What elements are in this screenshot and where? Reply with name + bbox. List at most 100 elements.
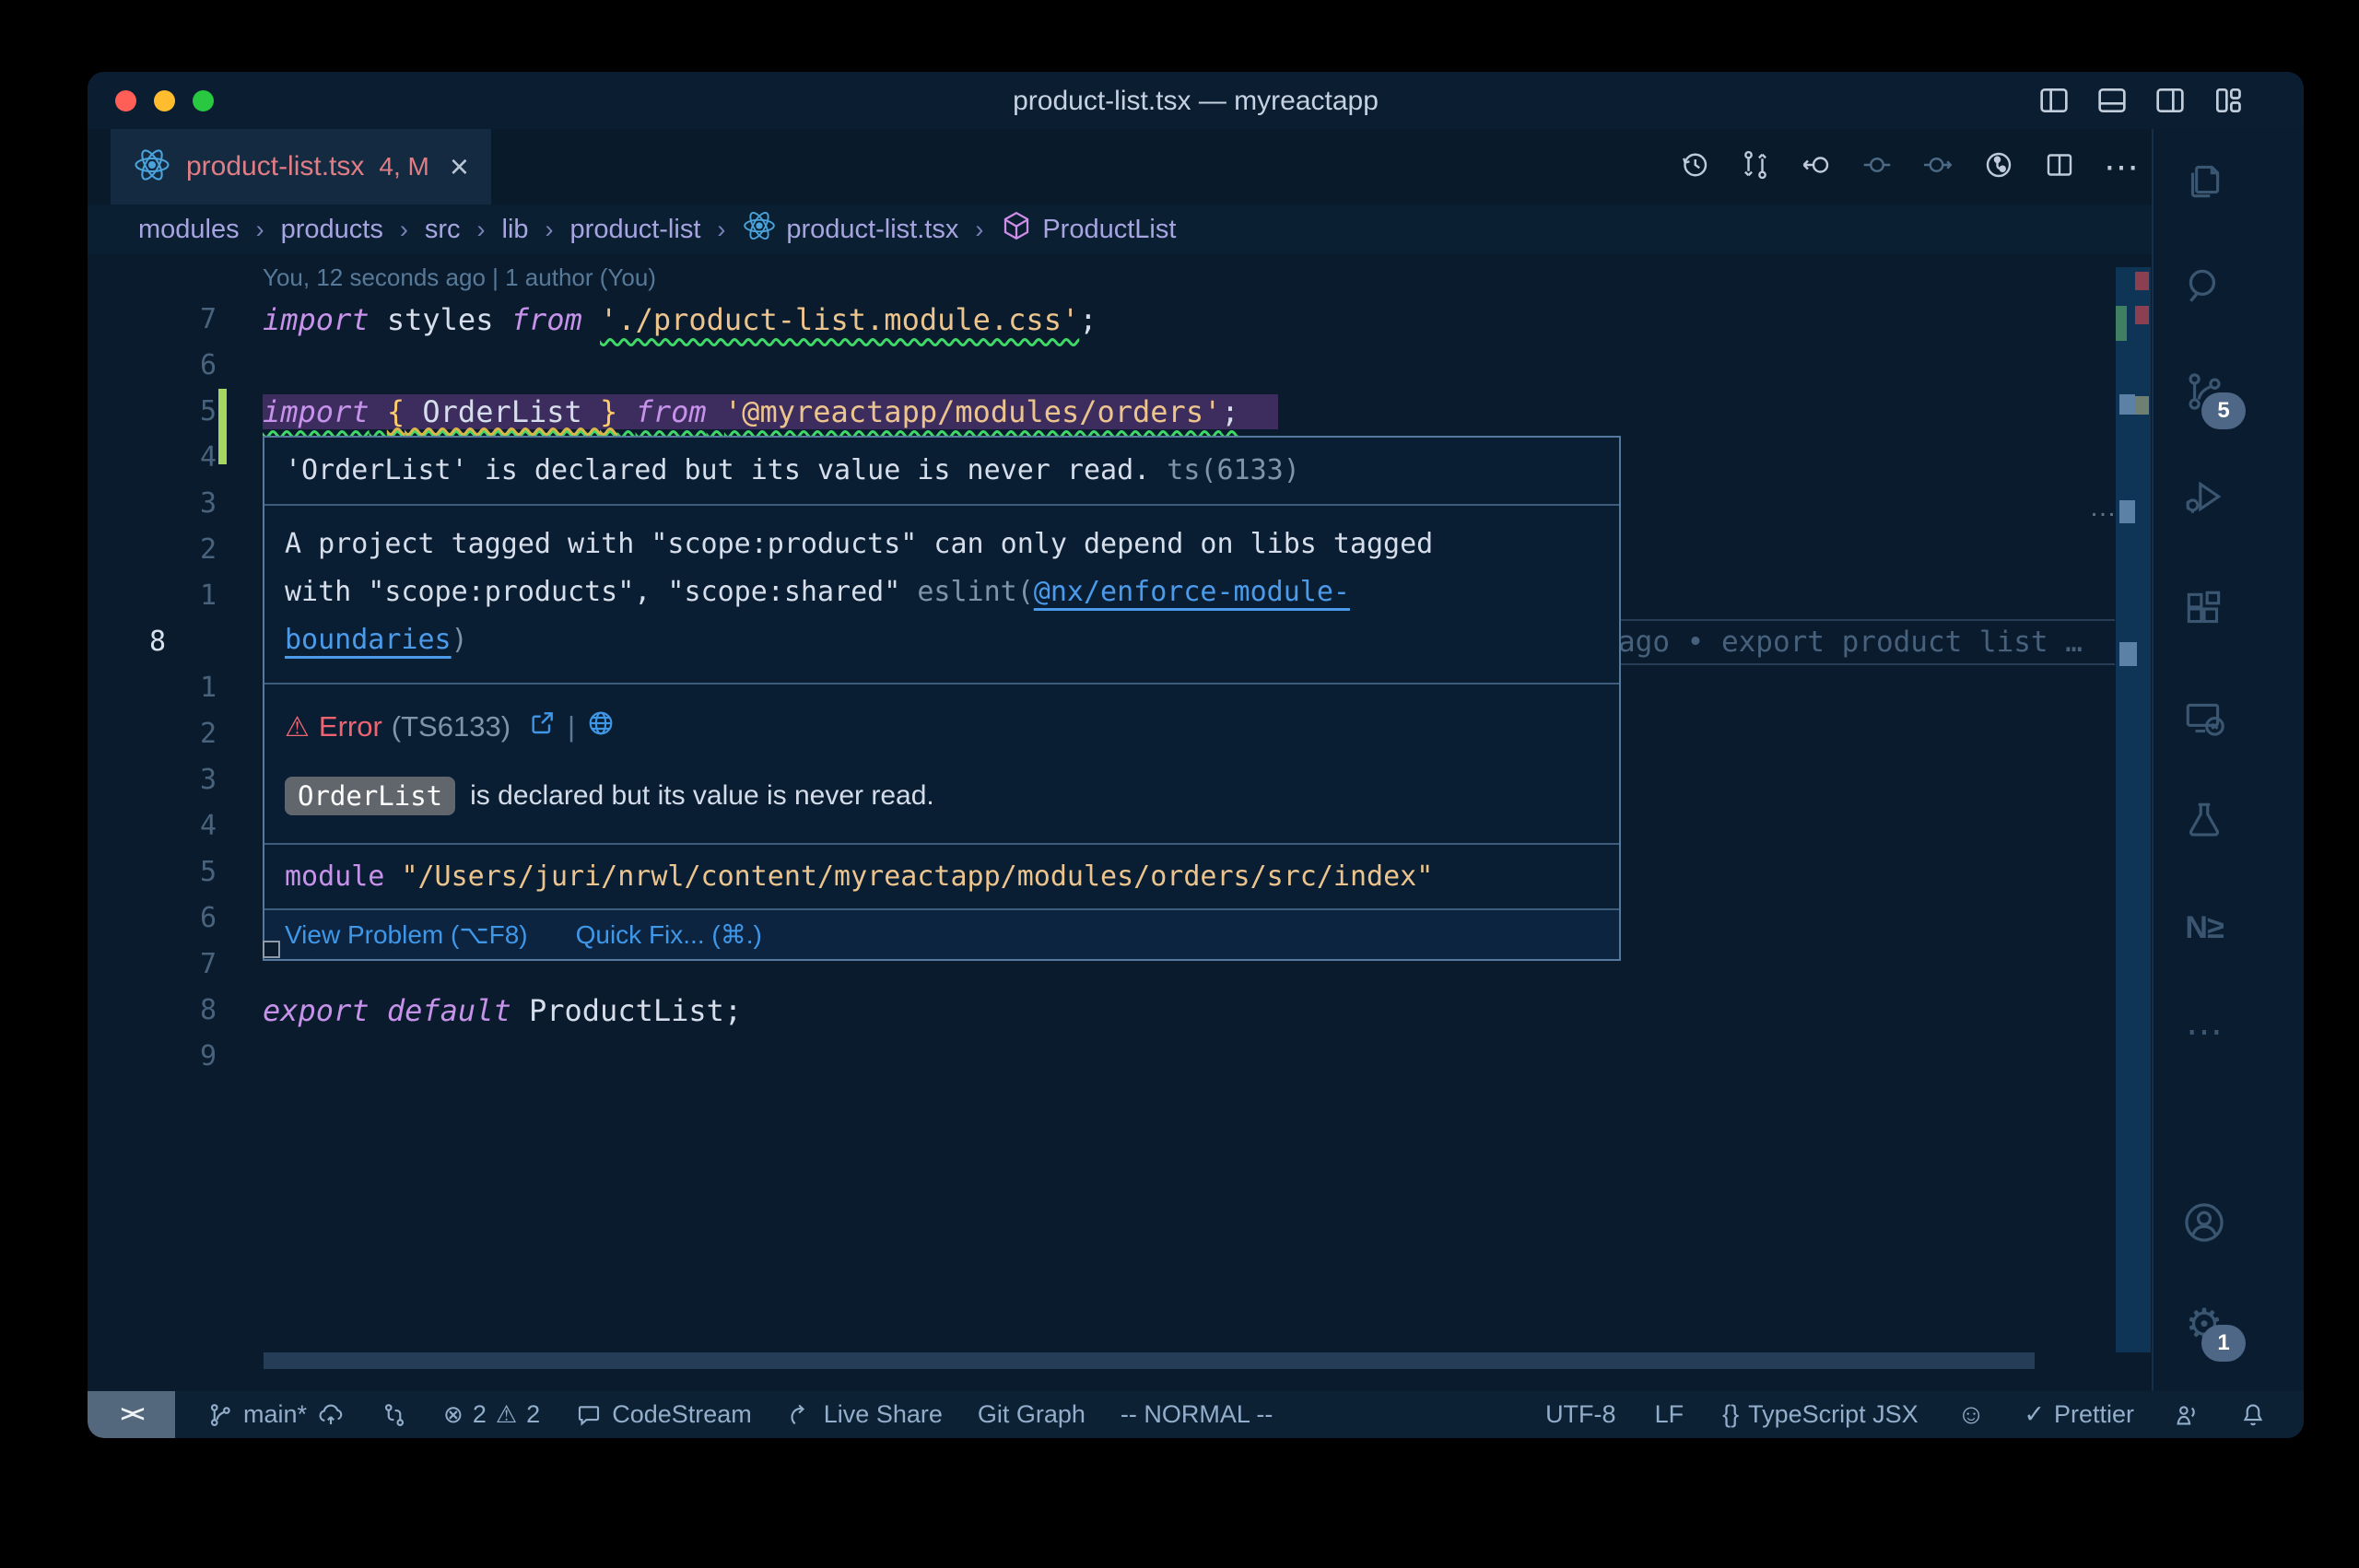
eslint-rule-link[interactable]: @nx/enforce-module-	[1034, 576, 1350, 608]
line-number: 1	[88, 573, 217, 619]
split-editor-icon[interactable]	[2043, 148, 2076, 186]
scrollbar-slider[interactable]	[2119, 394, 2135, 415]
accounts-icon[interactable]	[2177, 1196, 2231, 1249]
code-line-export-default: export default ProductList;	[263, 988, 742, 1034]
info-mark	[2135, 396, 2149, 415]
gutter-change-indicator	[218, 389, 227, 464]
close-traffic-light[interactable]	[115, 90, 136, 111]
language-item[interactable]: {} TypeScript JSX	[1722, 1400, 1919, 1429]
gitlens-codelens[interactable]: You, 12 seconds ago | 1 author (You)	[263, 258, 656, 297]
share-icon	[787, 1401, 815, 1429]
breadcrumb-symbol[interactable]: ProductList	[1000, 209, 1176, 250]
line-number: 7	[88, 942, 217, 988]
code-line-import-orderlist: import { OrderList } from '@myreactapp/m…	[263, 389, 1278, 435]
source-control-icon[interactable]: 5	[2177, 365, 2231, 418]
scrollbar-mark	[2119, 500, 2135, 523]
status-bar: >< main* ⊗ 2 ⚠ 2 CodeStream	[88, 1391, 2304, 1438]
live-share-item[interactable]: Live Share	[787, 1400, 943, 1429]
breadcrumb-lib[interactable]: lib	[502, 215, 529, 245]
cloud-upload-icon	[316, 1400, 346, 1430]
settings-gear-icon[interactable]: ⚙1	[2177, 1297, 2231, 1351]
activity-bar: 5 N≥ ⋯ ⚙1	[2152, 129, 2304, 1391]
react-file-icon	[742, 208, 777, 251]
line-number: 4	[88, 435, 217, 481]
chevron-right-icon: ›	[546, 216, 554, 244]
globe-icon[interactable]	[586, 708, 616, 745]
hover-resize-grip[interactable]	[263, 941, 280, 958]
tab-product-list[interactable]: product-list.tsx 4, M ×	[111, 129, 491, 205]
git-compare-item[interactable]	[381, 1401, 408, 1429]
run-debug-icon[interactable]	[2177, 470, 2231, 523]
window-title: product-list.tsx — myreactapp	[364, 72, 2027, 129]
prettier-item[interactable]: ✓ Prettier	[2024, 1400, 2134, 1429]
screen: product-list.tsx — myreactapp product-li…	[0, 0, 2359, 1568]
overview-ruler[interactable]	[2116, 267, 2151, 1352]
settings-badge: 1	[2201, 1325, 2246, 1362]
gitlens-inline-blame: ago • export product list …	[1618, 619, 2115, 665]
customize-layout-icon[interactable]	[2210, 82, 2247, 119]
git-graph-item[interactable]: Git Graph	[978, 1400, 1086, 1429]
more-views-icon[interactable]: ⋯	[2177, 1005, 2231, 1059]
eslint-rule-link[interactable]: boundaries	[285, 624, 452, 656]
next-change-icon[interactable]	[1921, 148, 1954, 186]
minimize-traffic-light[interactable]	[154, 90, 175, 111]
toggle-panel-icon[interactable]	[2094, 82, 2130, 119]
status-right: UTF-8 LF {} TypeScript JSX ☺ ✓ Prettier	[1545, 1399, 2304, 1431]
timeline-history-icon[interactable]	[1678, 148, 1711, 186]
tab-strip: product-list.tsx 4, M × ⋯	[88, 129, 2152, 205]
explorer-icon[interactable]	[2177, 154, 2231, 207]
toggle-sidebar-right-icon[interactable]	[2152, 82, 2189, 119]
eol-item[interactable]: LF	[1655, 1400, 1684, 1429]
problems-item[interactable]: ⊗ 2 ⚠ 2	[443, 1400, 540, 1429]
tab-label: product-list.tsx	[186, 151, 364, 182]
line-number: 3	[88, 757, 217, 803]
zoom-traffic-light[interactable]	[193, 90, 214, 111]
ts-error-code: ts(6133)	[1167, 454, 1300, 486]
vim-mode-indicator: -- NORMAL --	[1121, 1400, 1273, 1429]
toggle-sidebar-left-icon[interactable]	[2036, 82, 2072, 119]
error-count-icon: ⊗	[443, 1400, 464, 1429]
warning-triangle-icon: ⚠	[285, 711, 310, 743]
open-changes-icon[interactable]	[1982, 148, 2015, 186]
extensions-icon[interactable]	[2177, 582, 2231, 636]
chevron-right-icon: ›	[975, 216, 983, 244]
notifications-bell-icon[interactable]	[2239, 1401, 2267, 1429]
code-editor[interactable]: 7 6 5 4 3 2 1 8 1 2 3 4 5 6 7 8 9 You, 1…	[88, 254, 2152, 1391]
breadcrumb-src[interactable]: src	[425, 215, 461, 245]
warning-squiggle: { OrderList }	[387, 394, 617, 429]
search-icon[interactable]	[2177, 259, 2231, 312]
encoding-item[interactable]: UTF-8	[1545, 1400, 1616, 1429]
remote-explorer-icon[interactable]	[2177, 692, 2231, 745]
breadcrumb-modules[interactable]: modules	[138, 215, 240, 245]
more-actions-icon[interactable]: ⋯	[2104, 146, 2139, 188]
breadcrumb-product-list[interactable]: product-list	[570, 215, 701, 245]
line-number: 7	[88, 297, 217, 343]
nx-console-icon[interactable]: N≥	[2177, 901, 2231, 954]
error-code: (TS6133)	[392, 710, 511, 743]
error-label: Error	[319, 710, 382, 743]
feedback-icon[interactable]	[2173, 1401, 2201, 1429]
external-link-icon[interactable]	[527, 708, 557, 745]
line-number: 2	[88, 527, 217, 573]
quick-fix-action[interactable]: Quick Fix... (⌘.)	[576, 919, 762, 950]
module-path: "/Users/juri/nrwl/content/myreactapp/mod…	[401, 860, 1433, 893]
warning-count-icon: ⚠	[496, 1400, 517, 1429]
remote-indicator[interactable]: ><	[88, 1391, 175, 1438]
horizontal-scrollbar[interactable]	[264, 1352, 2035, 1369]
codestream-item[interactable]: CodeStream	[575, 1400, 752, 1429]
tab-close-icon[interactable]: ×	[450, 150, 469, 183]
diagnostic-hover-popup: 'OrderList' is declared but its value is…	[263, 436, 1621, 961]
previous-change-icon[interactable]	[1860, 148, 1894, 186]
feedback-smiley-icon[interactable]: ☺	[1957, 1399, 1986, 1431]
added-lines-mark	[2116, 306, 2127, 341]
breadcrumb-products[interactable]: products	[281, 215, 383, 245]
git-branch-item[interactable]: main*	[206, 1400, 346, 1430]
check-icon: ✓	[2024, 1400, 2045, 1429]
view-problem-action[interactable]: View Problem (⌥F8)	[285, 919, 528, 950]
navigate-back-icon[interactable]	[1800, 148, 1833, 186]
test-beaker-icon[interactable]	[2177, 793, 2231, 847]
tab-problem-badge: 4, M	[379, 152, 428, 181]
breadcrumb-file[interactable]: product-list.tsx	[742, 208, 958, 251]
compare-changes-icon[interactable]	[1739, 148, 1772, 186]
vscode-window: product-list.tsx — myreactapp product-li…	[88, 72, 2304, 1438]
